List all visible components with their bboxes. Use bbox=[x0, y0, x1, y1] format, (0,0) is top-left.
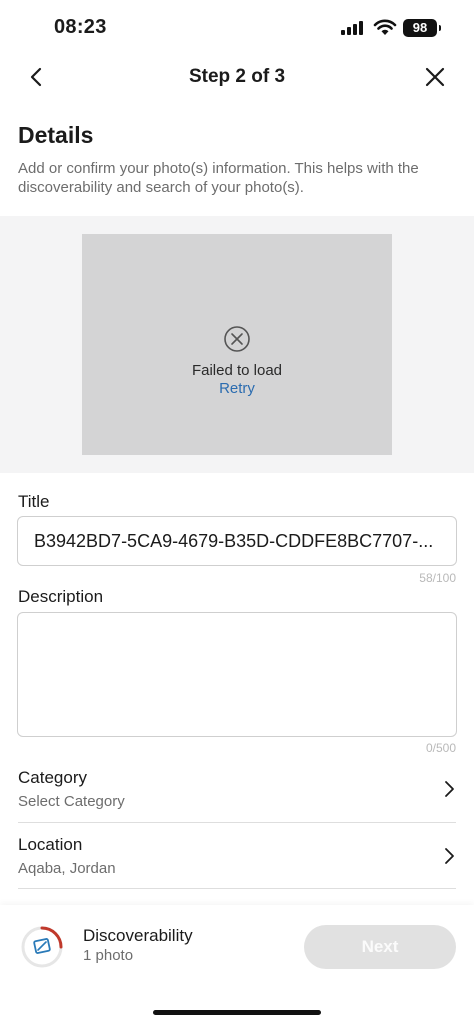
signal-icon bbox=[341, 21, 367, 35]
divider bbox=[18, 822, 456, 823]
description-label: Description bbox=[18, 587, 104, 606]
close-icon[interactable] bbox=[420, 62, 450, 92]
retry-link[interactable]: Retry bbox=[82, 380, 392, 397]
status-time: 08:23 bbox=[54, 16, 107, 38]
title-input[interactable]: B3942BD7-5CA9-4679-B35D-CDDFE8BC7707-... bbox=[17, 516, 457, 566]
nav-title: Step 2 of 3 bbox=[188, 66, 286, 87]
title-label: Title bbox=[18, 492, 50, 511]
discoverability-progress-icon[interactable] bbox=[20, 925, 64, 969]
description-input[interactable] bbox=[17, 612, 457, 737]
page-title: Details bbox=[18, 122, 94, 148]
title-char-counter: 58/100 bbox=[419, 571, 456, 585]
chevron-right-icon bbox=[445, 848, 454, 864]
chevron-right-icon bbox=[445, 781, 454, 797]
photo-error-text: Failed to load bbox=[191, 362, 283, 379]
wifi-icon bbox=[373, 19, 397, 35]
nav-bar: Step 2 of 3 bbox=[0, 56, 474, 100]
page-subtitle: Add or confirm your photo(s) information… bbox=[18, 160, 419, 196]
footer-bar: Discoverability 1 photo Next bbox=[0, 905, 474, 1025]
category-row[interactable]: Category Select Category bbox=[18, 768, 456, 834]
next-button[interactable]: Next bbox=[304, 925, 456, 969]
description-char-counter: 0/500 bbox=[425, 741, 456, 755]
discoverability-title: Discoverability bbox=[83, 926, 193, 945]
category-label: Category bbox=[18, 768, 87, 787]
photo-preview-area: Failed to load Retry bbox=[0, 216, 474, 473]
location-row[interactable]: Location Aqaba, Jordan bbox=[18, 835, 456, 901]
discoverability-count: 1 photo bbox=[83, 947, 134, 964]
home-indicator bbox=[153, 1010, 321, 1015]
category-value: Select Category bbox=[18, 793, 125, 810]
location-label: Location bbox=[18, 835, 83, 854]
status-bar: 08:23 98 bbox=[0, 0, 474, 56]
error-circle-icon bbox=[224, 326, 250, 352]
location-value: Aqaba, Jordan bbox=[18, 860, 116, 877]
battery-icon: 98 bbox=[403, 19, 441, 37]
divider bbox=[18, 888, 456, 889]
photo-placeholder: Failed to load Retry bbox=[82, 234, 392, 455]
